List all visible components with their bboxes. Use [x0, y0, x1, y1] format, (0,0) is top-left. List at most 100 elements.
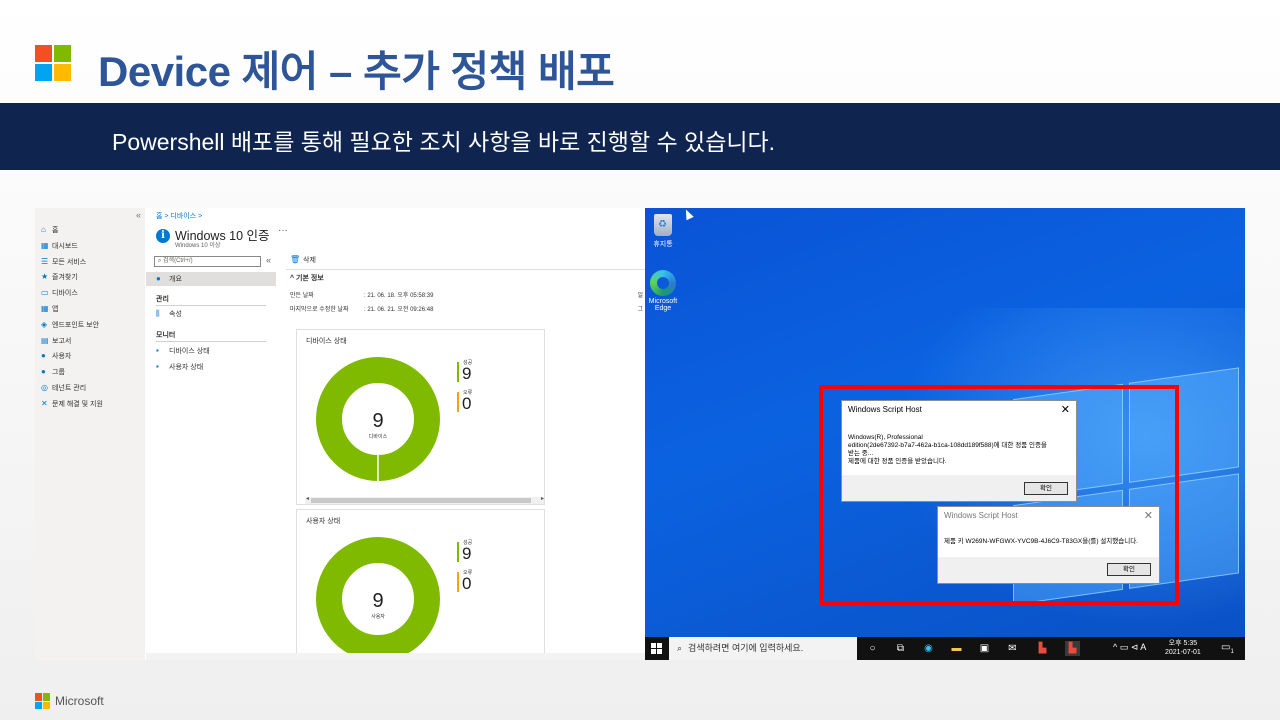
sidebar-item[interactable]: ▤ 보고서: [41, 335, 71, 347]
task-view-icon[interactable]: ⧉: [893, 641, 908, 656]
sidebar-item[interactable]: ◈ 엔드포인트 보안: [41, 319, 99, 331]
device-status-icon: ▪: [156, 346, 159, 355]
donut-total: 9: [372, 410, 383, 432]
user-status-card[interactable]: 사용자 상태 9 사용자 성공 9 오류 0: [296, 509, 545, 660]
sidebar-item[interactable]: ★ 즐겨찾기: [41, 271, 78, 283]
subnav-item-overview[interactable]: ● 개요: [146, 272, 276, 286]
portal-content: 홈 > 디바이스 > i Windows 10 인증 ··· Windows 1…: [146, 208, 645, 660]
edge-shortcut[interactable]: Microsoft Edge: [645, 270, 683, 312]
search-icon: ⌕: [677, 643, 683, 653]
group-icon: ●: [41, 367, 46, 377]
logo-green: [54, 45, 71, 62]
services-icon: ☰: [41, 256, 49, 266]
card-scrollbar[interactable]: ◂ ▸: [305, 495, 544, 504]
sidebar-item[interactable]: ▦ 앱: [41, 303, 58, 315]
legend-bar: [457, 362, 459, 382]
subnav-item-properties[interactable]: ⫼ 속성: [146, 307, 276, 321]
more-options-button[interactable]: ···: [278, 225, 288, 236]
delete-button[interactable]: 🗑 삭제: [290, 255, 316, 265]
app-icon[interactable]: ▙: [1035, 641, 1050, 656]
essentials-toggle[interactable]: ^ 기본 정보: [290, 273, 324, 283]
sidebar-item[interactable]: ☰ 모든 서비스: [41, 256, 86, 268]
dialog-line: Windows(R), Professional: [848, 434, 923, 441]
ok-button[interactable]: 확인: [1024, 482, 1068, 495]
home-icon: ⌂: [41, 225, 46, 234]
shield-icon: ◈: [41, 319, 48, 329]
sidebar-item-label: 디바이스: [52, 290, 78, 298]
intune-portal-screenshot: « ⌂ 홈 ▦ 대시보드 ☰ 모든 서비스 ★ 즐겨찾기 ▭ 디바이스 ▦ 앱 ◈ 엔드포인트 보안 ▤ 보고…: [35, 208, 645, 660]
star-icon: ★: [41, 272, 49, 282]
sidebar-item[interactable]: ▭ 디바이스: [41, 287, 78, 299]
close-icon[interactable]: ✕: [1144, 509, 1153, 522]
close-icon[interactable]: ✕: [1061, 403, 1070, 416]
subnav-label: 사용자 상태: [169, 364, 204, 371]
dialog-line: edition(2de67392-b7a7-462a-b1ca-108dd189…: [848, 442, 1047, 449]
properties-icon: ⫼: [156, 309, 160, 318]
sidebar-collapse-button[interactable]: «: [136, 210, 141, 220]
system-tray[interactable]: ^ ▭ ⊲ A: [1113, 642, 1146, 653]
sidebar-item[interactable]: ▦ 대시보드: [41, 240, 78, 252]
sidebar-item-label: 대시보드: [52, 242, 78, 250]
start-button-icon[interactable]: [651, 643, 662, 654]
legend-bar: [457, 392, 459, 412]
logo-red: [35, 693, 42, 701]
banner: Powershell 배포를 통해 필요한 조치 사항을 바로 진행할 수 있습…: [0, 103, 1280, 170]
sidebar-item-label: 그룹: [52, 369, 65, 377]
blade-collapse-button[interactable]: «: [266, 255, 271, 265]
subnav-item-device-status[interactable]: ▪ 디바이스 상태: [146, 344, 276, 358]
search-input[interactable]: ⌕ 검색(Ctrl+/): [154, 256, 261, 267]
footer-microsoft-logo-icon: [35, 693, 51, 709]
taskbar-search-input[interactable]: ⌕ 검색하려면 여기에 입력하세요.: [669, 637, 857, 660]
recycle-bin-icon: [654, 214, 672, 236]
subnav-label: 디바이스 상태: [169, 348, 210, 355]
divider: [156, 341, 266, 342]
user-icon: ●: [41, 351, 46, 361]
legend-error[interactable]: 오류 0: [457, 388, 497, 413]
subnav-item-user-status[interactable]: ▪ 사용자 상태: [146, 360, 276, 374]
dialog-footer: 확인: [842, 475, 1076, 501]
trash-icon: 🗑: [290, 255, 301, 264]
taskbar-clock[interactable]: 오후 5:35 2021-07-01: [1165, 639, 1201, 657]
cortana-icon[interactable]: ○: [865, 641, 880, 656]
file-explorer-icon[interactable]: ▬: [949, 641, 964, 656]
device-status-donut: 9 디바이스: [316, 357, 440, 482]
legend-success[interactable]: 성공 9: [457, 358, 497, 383]
sidebar-item[interactable]: ◎ 테넌트 관리: [41, 382, 86, 394]
legend-value: 0: [462, 394, 472, 413]
notification-icon[interactable]: ▭1: [1221, 642, 1234, 655]
modified-value: : 21. 06. 21. 오전 09:26:48: [364, 307, 434, 313]
store-icon[interactable]: ▣: [977, 641, 992, 656]
taskbar-search-placeholder: 검색하려면 여기에 입력하세요.: [688, 643, 804, 653]
logo-blue: [35, 701, 42, 709]
portal-sidebar: « ⌂ 홈 ▦ 대시보드 ☰ 모든 서비스 ★ 즐겨찾기 ▭ 디바이스 ▦ 앱 ◈ 엔드포인트 보안 ▤ 보고…: [35, 208, 145, 660]
ok-button[interactable]: 확인: [1107, 563, 1151, 576]
mail-icon[interactable]: ✉: [1005, 641, 1020, 656]
legend-error[interactable]: 오류 0: [457, 568, 497, 593]
modified-label: 마지막으로 수정한 날짜: [290, 307, 349, 313]
subnav-label: 속성: [169, 311, 182, 318]
dialog-message: 제품 키 W269N-WFGWX-YVC9B-4J6C9-T83GX을(를) 설…: [944, 538, 1138, 545]
sidebar-item-label: 사용자: [52, 353, 72, 361]
script-host-dialog-product-key: Windows Script Host ✕ 제품 키 W269N-WFGWX-Y…: [937, 506, 1160, 584]
edge-taskbar-icon[interactable]: ◉: [921, 641, 936, 656]
sidebar-item[interactable]: ● 그룹: [41, 366, 65, 378]
active-app-icon[interactable]: ▙: [1065, 641, 1080, 656]
created-value: : 21. 06. 18. 오후 05:58:39: [364, 293, 434, 299]
scroll-right-icon[interactable]: ▸: [541, 495, 544, 502]
sidebar-item-label: 앱: [52, 306, 59, 313]
sidebar-item[interactable]: ● 사용자: [41, 350, 71, 362]
recycle-bin-shortcut[interactable]: 휴지통: [645, 214, 683, 249]
breadcrumb[interactable]: 홈 > 디바이스 >: [156, 211, 202, 221]
legend-success[interactable]: 성공 9: [457, 538, 497, 563]
section-monitor: 모니터: [156, 332, 176, 339]
scrollbar-thumb[interactable]: [311, 498, 531, 503]
page-horizontal-scrollbar[interactable]: [146, 653, 645, 660]
legend-value: 9: [462, 544, 472, 563]
sidebar-item[interactable]: ✕ 문제 해결 및 지원: [41, 398, 103, 410]
dialog-line: 제품에 대한 정품 인증을 받았습니다.: [848, 458, 947, 465]
logo-green: [43, 693, 50, 701]
device-status-card[interactable]: 디바이스 상태 9 디바이스 성공 9 오류 0 ◂ ▸: [296, 329, 545, 505]
dialog-message: Windows(R), Professional edition(2de6739…: [848, 434, 1047, 466]
sidebar-item[interactable]: ⌂ 홈: [41, 224, 58, 236]
scroll-left-icon[interactable]: ◂: [306, 495, 309, 502]
